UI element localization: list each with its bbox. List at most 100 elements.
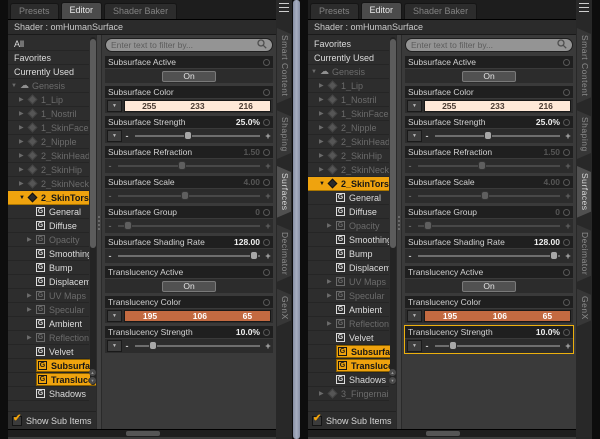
slider-plus-button[interactable]: + bbox=[565, 131, 571, 141]
slider-thumb[interactable] bbox=[483, 131, 492, 140]
expand-right-icon[interactable]: ▶ bbox=[327, 222, 336, 229]
slider-thumb[interactable] bbox=[177, 161, 186, 170]
slider-plus-button[interactable]: + bbox=[265, 161, 271, 171]
scroll-up-button[interactable]: ▲ bbox=[389, 369, 396, 376]
tree-item-velvet[interactable]: G Velvet bbox=[8, 345, 89, 359]
side-tab-genx[interactable]: GenX bbox=[577, 289, 591, 327]
color-dropdown-button[interactable]: ▼ bbox=[107, 310, 122, 322]
tab-presets[interactable]: Presets bbox=[310, 3, 359, 19]
gear-icon[interactable] bbox=[263, 178, 270, 186]
slider-minus-button[interactable]: - bbox=[107, 251, 113, 261]
expand-down-icon[interactable]: ▼ bbox=[11, 83, 20, 89]
gear-icon[interactable] bbox=[263, 88, 270, 96]
panel-menu-icon[interactable] bbox=[579, 3, 589, 12]
side-tab-surfaces[interactable]: Surfaces bbox=[577, 166, 591, 218]
expand-right-icon[interactable]: ▶ bbox=[327, 278, 336, 285]
slider-thumb[interactable] bbox=[123, 221, 132, 230]
tree-item-displacem[interactable]: G Displacem... bbox=[8, 275, 89, 289]
slider-track[interactable] bbox=[118, 221, 260, 230]
tree-item-subsurfac[interactable]: GSubsurfac... bbox=[8, 359, 96, 373]
side-tab-genx[interactable]: GenX bbox=[277, 289, 291, 327]
slider-track[interactable] bbox=[135, 341, 260, 350]
tree-item-favorites[interactable]: Favorites bbox=[308, 37, 389, 51]
tree-item-velvet[interactable]: G Velvet bbox=[308, 331, 389, 345]
horizontal-scrollbar[interactable] bbox=[308, 429, 576, 437]
gear-icon[interactable] bbox=[263, 328, 270, 336]
slider-plus-button[interactable]: + bbox=[565, 221, 571, 231]
tab-shader-baker[interactable]: Shader Baker bbox=[104, 3, 178, 19]
expand-right-icon[interactable]: ▶ bbox=[27, 292, 36, 299]
tree-props-splitter[interactable] bbox=[396, 35, 402, 429]
expand-right-icon[interactable]: ▶ bbox=[27, 306, 36, 313]
color-swatch[interactable]: 195 106 65 bbox=[424, 310, 571, 322]
expand-right-icon[interactable]: ▶ bbox=[27, 236, 36, 243]
tree-item-2-skinhip[interactable]: ▶ 2_SkinHip bbox=[308, 149, 389, 163]
slider-minus-button[interactable]: - bbox=[124, 341, 130, 351]
checkbox-icon[interactable]: ✔ bbox=[12, 413, 22, 426]
gear-icon[interactable] bbox=[563, 148, 570, 156]
slider-minus-button[interactable]: - bbox=[107, 221, 113, 231]
gear-icon[interactable] bbox=[563, 268, 570, 276]
slider-minus-button[interactable]: - bbox=[407, 251, 413, 261]
tree-item-specular[interactable]: ▶ G Specular bbox=[308, 289, 389, 303]
tree-item-ambient[interactable]: G Ambient bbox=[308, 303, 389, 317]
tree-item-displacem[interactable]: G Displacem... bbox=[308, 261, 389, 275]
slider-minus-button[interactable]: - bbox=[407, 161, 413, 171]
slider-thumb[interactable] bbox=[423, 221, 432, 230]
slider-plus-button[interactable]: + bbox=[565, 161, 571, 171]
scroll-down-button[interactable]: ▼ bbox=[89, 377, 96, 384]
horizontal-scrollbar[interactable] bbox=[8, 429, 276, 437]
expand-down-icon[interactable]: ▼ bbox=[311, 69, 320, 75]
side-tab-decimator[interactable]: Decimator bbox=[577, 225, 591, 282]
slider-plus-button[interactable]: + bbox=[565, 251, 571, 261]
tab-editor[interactable]: Editor bbox=[60, 2, 103, 19]
slider-plus-button[interactable]: + bbox=[265, 191, 271, 201]
scrollbar-thumb[interactable] bbox=[425, 431, 460, 436]
show-sub-items[interactable]: ✔ Show Sub Items bbox=[308, 411, 396, 429]
tree-item-opacity[interactable]: ▶ G Opacity bbox=[308, 219, 389, 233]
tree-item-diffuse[interactable]: G Diffuse bbox=[8, 219, 89, 233]
tree-item-2-skinneck[interactable]: ▶ 2_SkinNeck bbox=[8, 177, 89, 191]
side-tab-shaping[interactable]: Shaping bbox=[277, 110, 291, 159]
tree-item-opacity[interactable]: ▶ G Opacity bbox=[8, 233, 89, 247]
color-swatch[interactable]: 255 233 216 bbox=[424, 100, 571, 112]
tree-item-diffuse[interactable]: G Diffuse bbox=[308, 205, 389, 219]
scroll-down-button[interactable]: ▼ bbox=[389, 377, 396, 384]
slider-track[interactable] bbox=[418, 221, 560, 230]
tree-item-ambient[interactable]: G Ambient bbox=[8, 317, 89, 331]
tree-item-genesis[interactable]: ▼ ☁ Genesis bbox=[8, 79, 89, 93]
tree-item-2-skinneck[interactable]: ▶ 2_SkinNeck bbox=[308, 163, 389, 177]
tree-item-3-fingernail[interactable]: ▶ 3_Fingernail bbox=[308, 387, 389, 401]
slider-plus-button[interactable]: + bbox=[565, 341, 571, 351]
gear-icon[interactable] bbox=[263, 148, 270, 156]
slider-thumb[interactable] bbox=[148, 341, 157, 350]
slider-track[interactable] bbox=[435, 341, 560, 350]
slider-thumb[interactable] bbox=[448, 341, 457, 350]
slider-thumb[interactable] bbox=[180, 191, 189, 200]
tree-item-2-skinhead[interactable]: ▶ 2_SkinHead bbox=[308, 135, 389, 149]
toggle-on-button[interactable]: On bbox=[462, 70, 516, 82]
slider-track[interactable] bbox=[418, 191, 560, 200]
tab-presets[interactable]: Presets bbox=[10, 3, 59, 19]
slider-track[interactable] bbox=[435, 131, 560, 140]
slider-track[interactable] bbox=[135, 131, 260, 140]
slider-dropdown-button[interactable]: ▼ bbox=[407, 340, 422, 352]
toggle-on-button[interactable]: On bbox=[162, 280, 216, 292]
expand-right-icon[interactable]: ▶ bbox=[327, 292, 336, 299]
slider-minus-button[interactable]: - bbox=[107, 161, 113, 171]
gear-icon[interactable] bbox=[263, 58, 270, 66]
tab-editor[interactable]: Editor bbox=[360, 2, 403, 19]
expand-right-icon[interactable]: ▶ bbox=[327, 320, 336, 327]
tree-item-2-nipple[interactable]: ▶ 2_Nipple bbox=[8, 135, 89, 149]
tree-item-specular[interactable]: ▶ G Specular bbox=[8, 303, 89, 317]
slider-dropdown-button[interactable]: ▼ bbox=[107, 340, 122, 352]
tree-item-currently-used[interactable]: Currently Used bbox=[308, 51, 389, 65]
slider-plus-button[interactable]: + bbox=[565, 191, 571, 201]
slider-track[interactable] bbox=[418, 161, 560, 170]
slider-minus-button[interactable]: - bbox=[407, 191, 413, 201]
tree-item-2-skinhip[interactable]: ▶ 2_SkinHip bbox=[8, 163, 89, 177]
tree-item-1-nostril[interactable]: ▶ 1_Nostril bbox=[308, 93, 389, 107]
tree-item-general[interactable]: G General bbox=[8, 205, 89, 219]
slider-dropdown-button[interactable]: ▼ bbox=[107, 130, 122, 142]
side-tab-surfaces[interactable]: Surfaces bbox=[277, 166, 291, 218]
